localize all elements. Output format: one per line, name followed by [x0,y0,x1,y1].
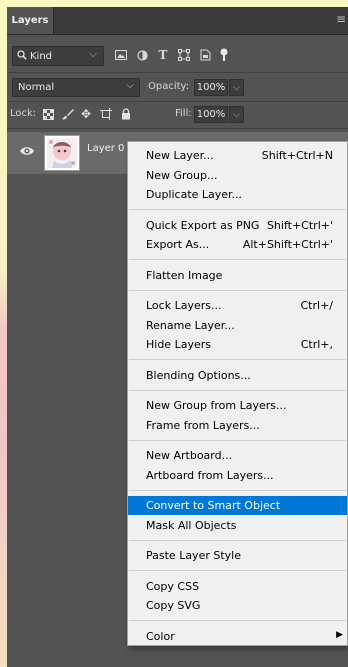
move-icon[interactable]: ✥ [78,105,94,123]
image-filter-icon[interactable] [113,46,129,64]
menu-separator [129,570,346,571]
menu-item-mask-all-objects[interactable]: Mask All Objects [128,516,347,535]
lock-icon[interactable] [118,105,134,123]
menu-item-lock-layers[interactable]: Lock Layers... Ctrl+/ [128,296,347,315]
menu-item-label: New Artboard... [146,449,233,462]
menu-item-shortcut: Shift+Ctrl+' [266,218,333,232]
menu-item-copy-svg[interactable]: Copy SVG [128,596,347,615]
fill-input[interactable]: 100% [194,106,228,123]
menu-separator [129,389,346,391]
menu-item-label: New Group from Layers... [146,399,287,412]
eye-icon[interactable] [19,145,35,159]
fill-label: Fill: [175,108,192,119]
menu-item-flatten-image[interactable]: Flatten Image [128,266,347,285]
layer-name[interactable]: Layer 0 [87,143,124,154]
menu-separator [129,539,346,541]
lock-label: Lock: [10,108,37,119]
tab-layers[interactable]: Layers [7,7,54,34]
menu-separator [129,289,346,291]
menu-item-shortcut: Shift+Ctrl+N [261,149,333,162]
blend-mode-dropdown[interactable]: Normal ⌵ [12,78,140,97]
chevron-down-icon: ⌵ [89,49,97,60]
shape-filter-icon[interactable] [176,46,192,64]
menu-item-label: Blending Options... [146,368,251,382]
filter-toggle-icon[interactable] [216,46,232,64]
fill-dropdown-button[interactable]: ⌵ [229,106,244,123]
menu-item-label: Lock Layers... [146,299,222,312]
artboard-lock-icon[interactable] [98,105,114,123]
menu-item-new-group[interactable]: New Group... [128,166,347,185]
menu-item-artboard-from-layers[interactable]: Artboard from Layers... [128,466,347,485]
opacity-dropdown-button[interactable]: ⌵ [229,79,244,96]
menu-item-label: Frame from Layers... [146,418,260,432]
menu-item-label: Artboard from Layers... [146,468,274,482]
kind-filter-dropdown[interactable]: Kind ⌵ [12,46,104,66]
menu-item-shortcut: Ctrl+/ [300,299,334,312]
brush-icon[interactable] [60,105,76,123]
menu-item-duplicate-layer[interactable]: Duplicate Layer... [128,185,347,204]
type-filter-icon[interactable]: T [155,46,171,64]
opacity-label: Opacity: [148,81,190,92]
layer-thumbnail[interactable] [44,135,80,171]
blend-row: Normal ⌵ Opacity: 100% ⌵ [7,75,348,99]
divider [7,101,348,102]
menu-item-new-layer[interactable]: New Layer... Shift+Ctrl+N [128,146,347,165]
menu-item-label: Paste Layer Style [146,549,241,562]
smart-object-filter-icon[interactable] [197,46,213,64]
menu-item-convert-to-smart-object[interactable]: Convert to Smart Object [128,496,347,515]
menu-item-label: Rename Layer... [146,318,235,332]
chevron-down-icon: ⌵ [126,80,134,91]
menu-item-new-artboard[interactable]: New Artboard... [128,446,347,465]
search-icon [17,49,27,63]
menu-item-copy-css[interactable]: Copy CSS [128,577,347,596]
menu-item-label: Copy SVG [146,599,201,612]
menu-item-quick-export-as-png[interactable]: Quick Export as PNG Shift+Ctrl+' [128,216,347,235]
opacity-input[interactable]: 100% [194,79,228,96]
adjustment-filter-icon[interactable] [134,46,150,64]
menu-item-label: Quick Export as PNG [146,218,260,232]
kind-filter-label: Kind [30,50,53,62]
menu-item-label: New Layer... [146,149,214,162]
menu-item-shortcut: Alt+Shift+Ctrl+' [242,238,333,251]
menu-separator [129,489,346,491]
menu-item-label: Hide Layers [146,338,211,351]
divider [7,72,348,73]
menu-item-new-group-from-layers[interactable]: New Group from Layers... [128,396,347,415]
divider [7,128,348,129]
menu-item-shortcut: Ctrl+, [300,338,333,351]
menu-separator [129,359,346,360]
menu-item-blending-options[interactable]: Blending Options... [128,366,347,385]
hamburger-icon[interactable]: ≡ [336,13,346,25]
menu-item-label: Mask All Objects [146,518,237,532]
menu-item-label: Flatten Image [146,268,223,282]
menu-item-rename-layer[interactable]: Rename Layer... [128,316,347,335]
menu-item-label: Copy CSS [146,579,200,593]
menu-item-label: New Group... [146,168,218,182]
menu-separator [129,620,346,621]
lock-transparent-pixels-icon[interactable] [40,105,56,123]
menu-item-hide-layers[interactable]: Hide Layers Ctrl+, [128,335,347,354]
lock-row: Lock: ✥ Fill: 100% ⌵ [7,103,348,127]
menu-item-label: Color [146,629,175,643]
menu-item-export-as[interactable]: Export As... Alt+Shift+Ctrl+' [128,235,347,254]
submenu-arrow-icon: ▶ [336,629,343,640]
menu-separator [129,209,346,210]
panel-tab-bar: Layers ≡ [7,7,348,35]
blend-mode-value: Normal [18,82,55,93]
menu-separator [129,259,346,260]
menu-item-color[interactable]: Color ▶ [128,627,347,646]
menu-item-label: Export As... [146,238,210,251]
context-menu: New Layer... Shift+Ctrl+N New Group... Dupl… [127,141,348,646]
menu-separator [129,439,346,441]
menu-item-frame-from-layers[interactable]: Frame from Layers... [128,416,347,435]
menu-item-label: Duplicate Layer... [146,188,243,201]
menu-item-paste-layer-style[interactable]: Paste Layer Style [128,546,347,565]
filter-row: Kind ⌵ T [7,42,348,70]
menu-item-label: Convert to Smart Object [146,499,281,512]
